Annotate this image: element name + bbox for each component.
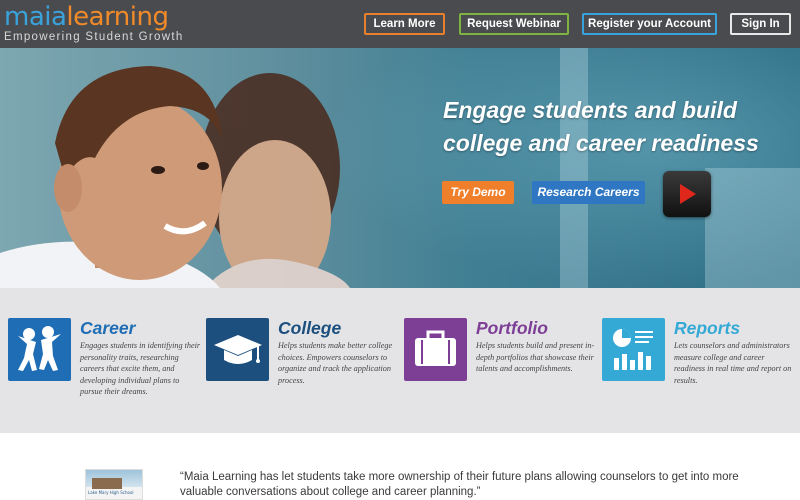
feature-title: Career [80,318,136,338]
background-window [705,168,800,288]
logo-learning-text: learning [66,2,169,32]
logo-maia-text: maia [4,2,67,32]
feature-reports[interactable]: Reports Lets counselors and administrato… [602,318,792,418]
feature-description: Engages students in identifying their pe… [80,341,201,396]
boy-figure [0,66,222,288]
thumbnail-caption: Lake Mary High School [88,490,134,495]
learn-more-button[interactable]: Learn More [364,13,445,35]
feature-career[interactable]: Career Engages students in identifying t… [8,318,200,418]
testimonial-section: Lake Mary High School “Maia Learning has… [0,433,800,500]
background-pillar [560,48,588,288]
feature-title: Portfolio [476,318,548,338]
features-section: Career Engages students in identifying t… [0,288,800,433]
feature-portfolio[interactable]: Portfolio Helps students build and prese… [404,318,594,418]
school-thumbnail[interactable]: Lake Mary High School [85,469,143,500]
play-video-button[interactable] [663,171,711,217]
feature-description: Lets counselors and administrators measu… [674,341,792,385]
graduation-cap-icon [206,318,269,381]
people-icon [8,318,71,381]
play-icon [680,184,696,204]
briefcase-icon [404,318,467,381]
hero-headline: Engage students and build college and ca… [443,97,759,156]
top-header: maialearning Empowering Student Growth L… [0,0,800,48]
feature-title: Reports [674,318,741,338]
feature-college[interactable]: College Helps students make better colle… [206,318,396,418]
research-careers-button[interactable]: Research Careers [532,181,645,204]
hero-banner: Engage students and build college and ca… [0,48,800,288]
maia-learning-logo[interactable]: maialearning Empowering Student Growth [4,2,184,44]
feature-description: Helps students make better college choic… [278,341,393,385]
feature-description: Helps students build and present in-dept… [476,341,595,373]
sign-in-button[interactable]: Sign In [730,13,791,35]
register-account-button[interactable]: Register your Account [582,13,717,35]
request-webinar-button[interactable]: Request Webinar [459,13,569,35]
girl-figure [200,73,350,288]
students-photo [0,66,350,288]
tagline: Empowering Student Growth [4,31,184,43]
try-demo-button[interactable]: Try Demo [442,181,514,204]
feature-title: College [278,318,342,338]
testimonial-quote: “Maia Learning has let students take mor… [180,471,739,498]
chart-report-icon [602,318,665,381]
